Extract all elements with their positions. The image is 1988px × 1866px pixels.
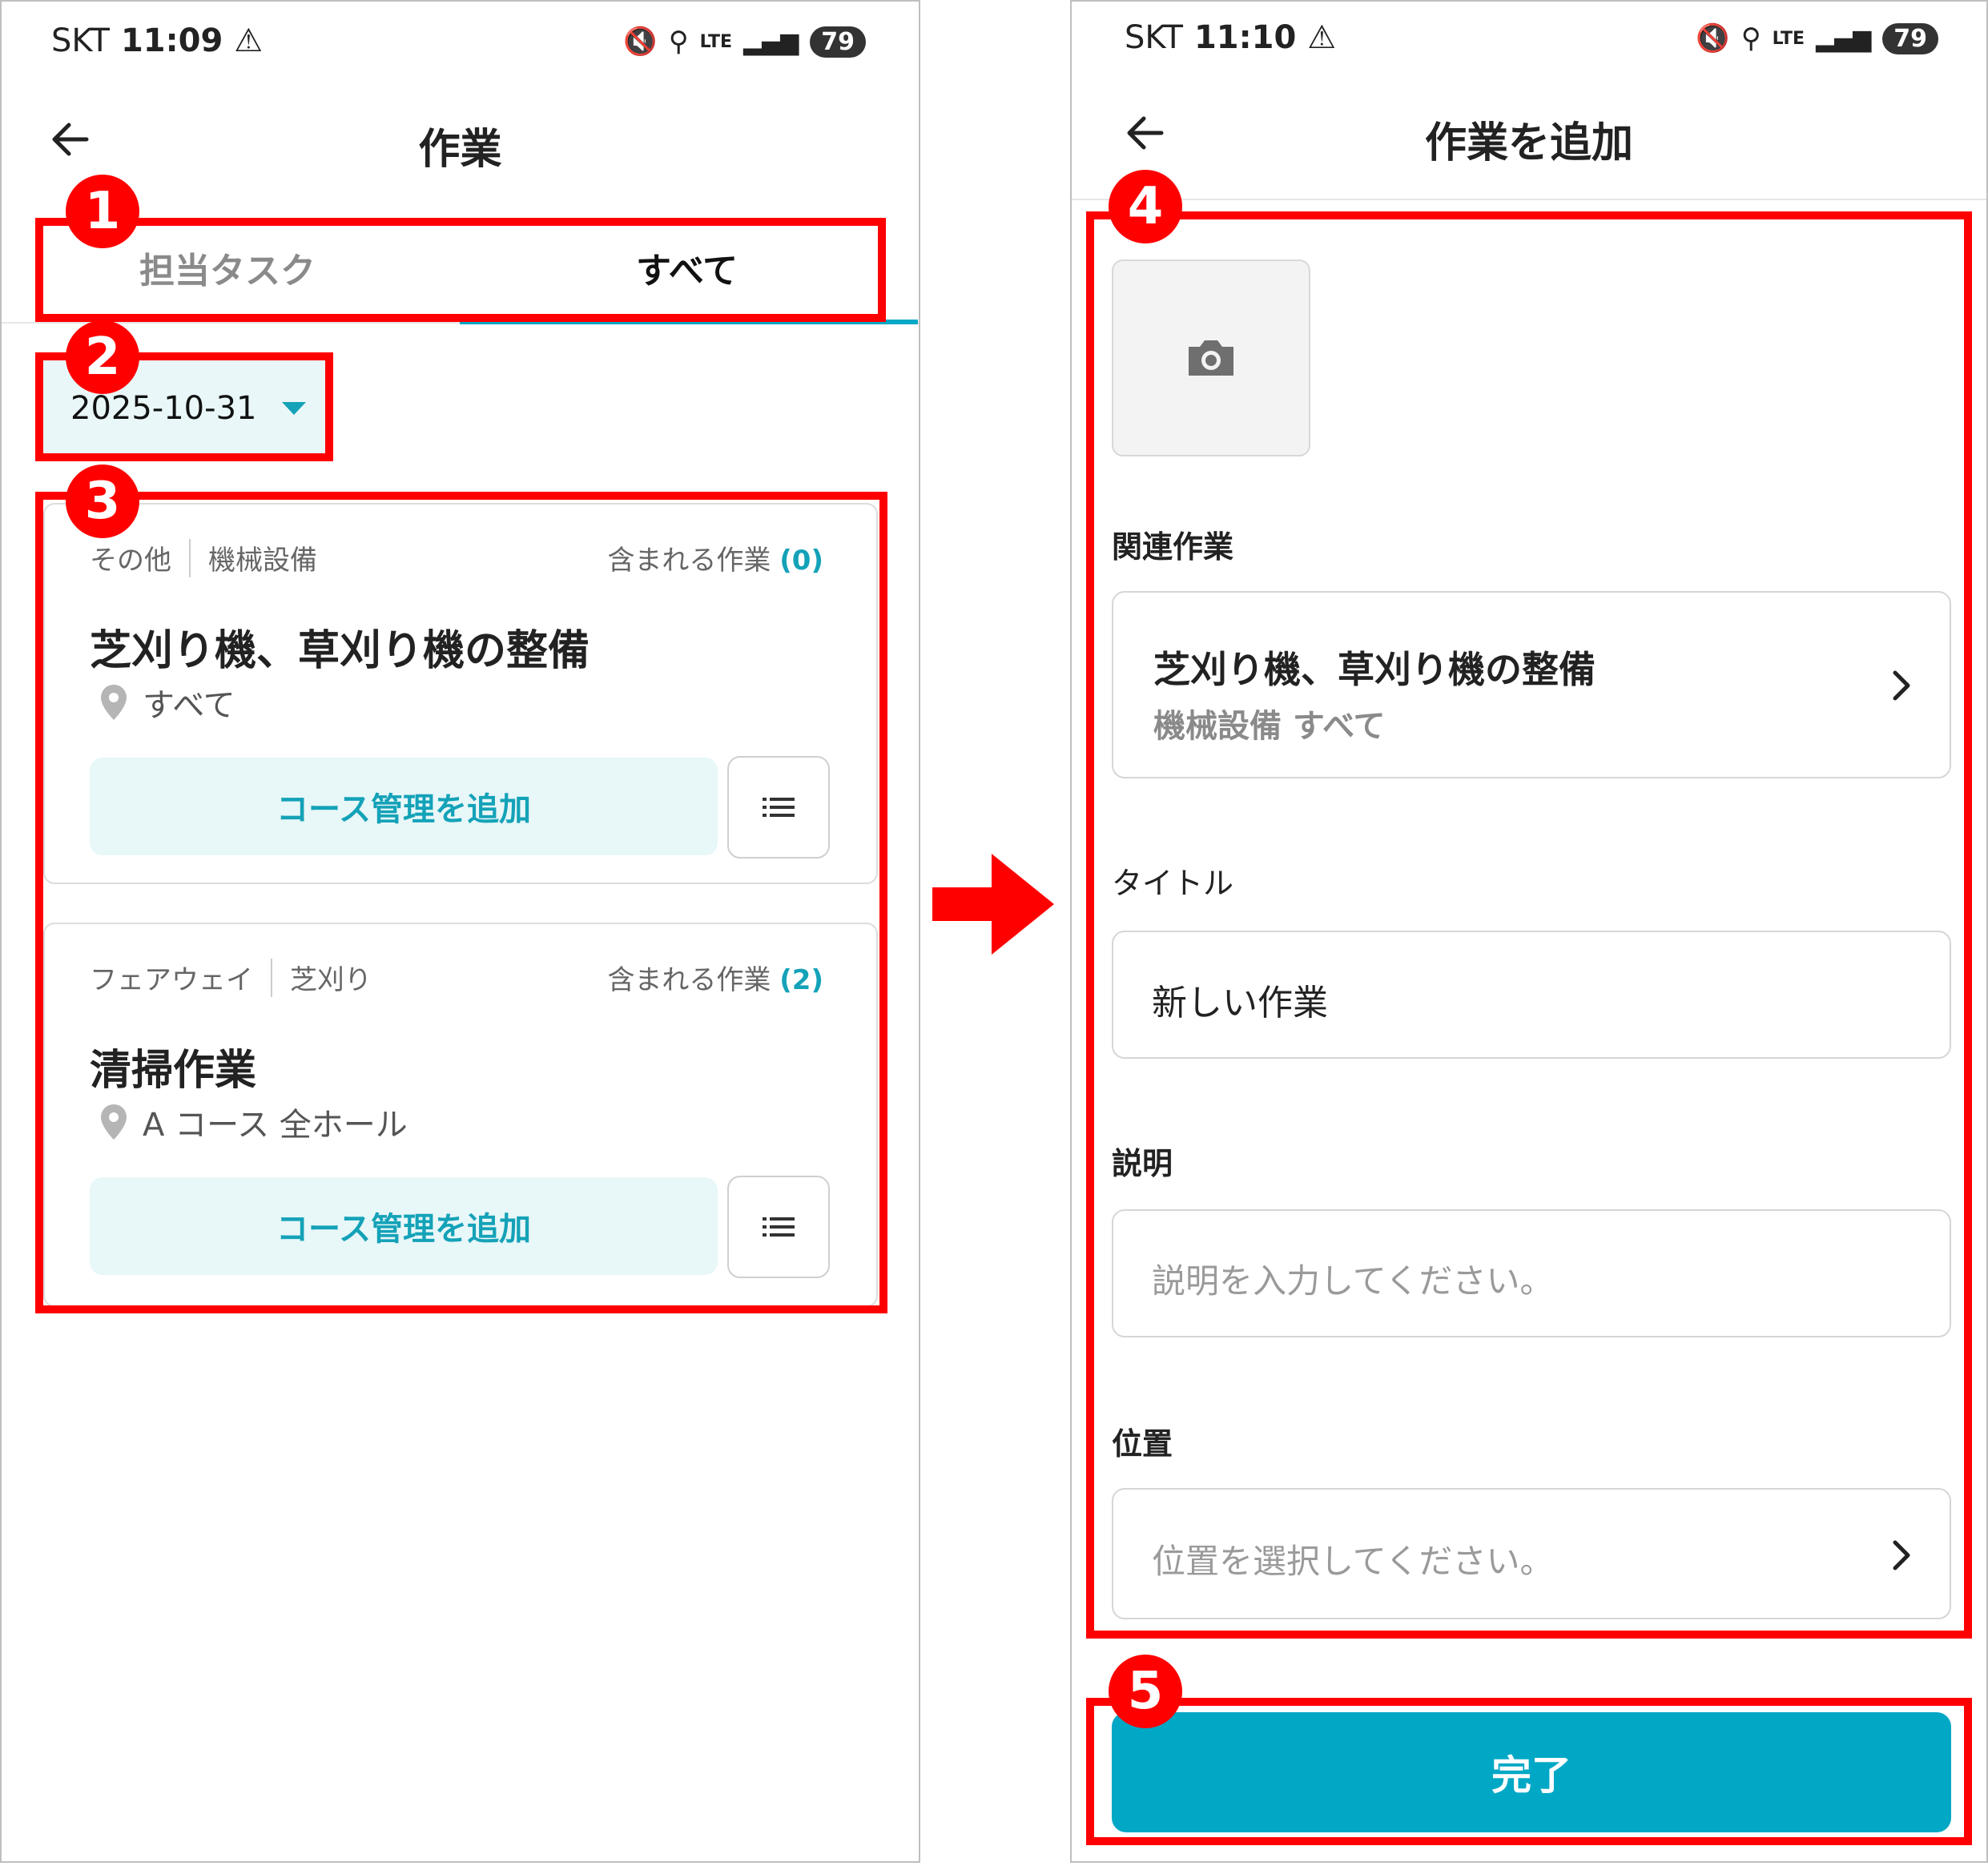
- header-divider: [1072, 199, 1986, 200]
- status-bar: SKT 11:09 ⚠: [51, 22, 263, 59]
- page-title: 作業を追加: [1424, 119, 1633, 167]
- warning-icon: ⚠: [234, 22, 264, 59]
- highlight-box-1: [35, 218, 886, 322]
- battery-badge: 79: [1882, 22, 1938, 54]
- status-icons: 🔇 ⚲ LTE ▂▄▆ 79: [1696, 22, 1938, 54]
- status-bar: SKT 11:10 ⚠: [1125, 19, 1336, 56]
- status-icons: 🔇 ⚲ LTE ▂▄▆ 79: [623, 26, 866, 58]
- location-pin-icon: ⚲: [668, 26, 689, 58]
- right-arrow-icon: [932, 854, 1054, 955]
- lte-icon: LTE: [699, 31, 733, 52]
- clock-time: 11:09: [120, 22, 223, 59]
- highlight-box-4: [1086, 211, 1972, 1639]
- location-pin-icon: ⚲: [1741, 22, 1761, 54]
- highlight-box-5: [1086, 1698, 1972, 1845]
- carrier-label: SKT: [1125, 19, 1183, 56]
- battery-badge: 79: [810, 26, 866, 58]
- step-badge-4: 4: [1109, 170, 1182, 243]
- lte-icon: LTE: [1772, 28, 1805, 49]
- step-badge-3: 3: [66, 464, 139, 538]
- mute-icon: 🔇: [623, 26, 658, 58]
- signal-icon: ▂▄▆: [743, 27, 799, 56]
- step-badge-5: 5: [1109, 1655, 1182, 1728]
- signal-icon: ▂▄▆: [1816, 24, 1872, 53]
- highlight-box-3: [35, 492, 887, 1313]
- clock-time: 11:10: [1193, 19, 1297, 56]
- mute-icon: 🔇: [1696, 22, 1730, 54]
- step-badge-1: 1: [66, 175, 139, 248]
- warning-icon: ⚠: [1307, 19, 1337, 56]
- step-badge-2: 2: [66, 320, 139, 394]
- carrier-label: SKT: [51, 22, 110, 59]
- page-title: 作業: [418, 126, 502, 174]
